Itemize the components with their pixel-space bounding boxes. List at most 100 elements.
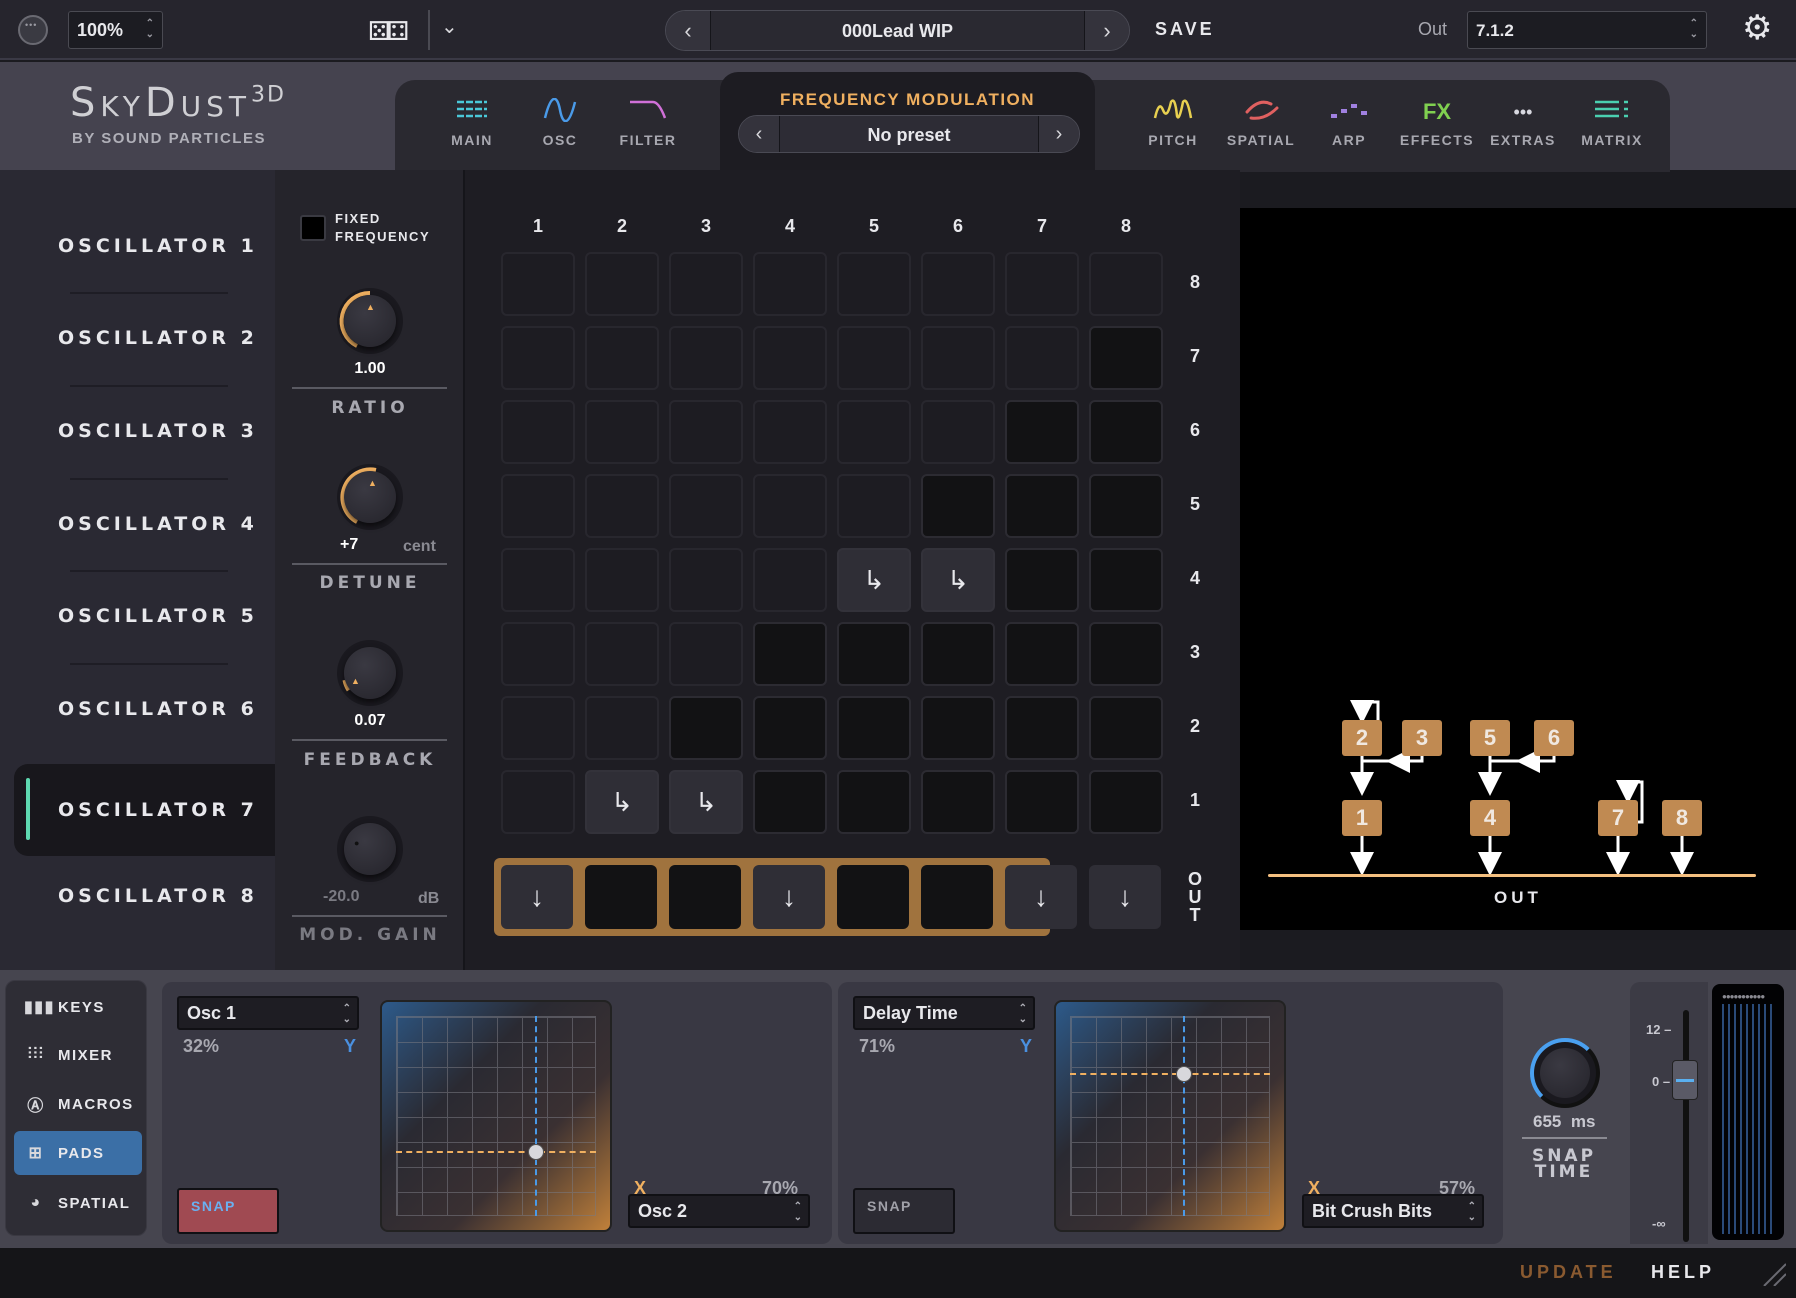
matrix-cell[interactable]	[1005, 474, 1079, 538]
out-cell-3[interactable]	[669, 865, 741, 929]
sidebar-item-oscillator-6[interactable]: OSCILLATOR 6	[0, 663, 275, 755]
help-button[interactable]: HELP	[1651, 1262, 1715, 1283]
matrix-cell[interactable]	[1005, 400, 1079, 464]
matrix-cell[interactable]	[837, 622, 911, 686]
matrix-cell[interactable]	[1005, 770, 1079, 834]
tab-extras[interactable]: ••• EXTRAS	[1480, 98, 1566, 148]
pad2-y-target-select[interactable]: Delay Time ⌃ ⌄	[853, 996, 1035, 1030]
sidebar-item-oscillator-7[interactable]: OSCILLATOR 7	[14, 764, 275, 856]
matrix-cell[interactable]	[921, 622, 995, 686]
matrix-cell	[921, 326, 995, 390]
matrix-cell[interactable]	[1005, 696, 1079, 760]
nav-keys[interactable]: ▮▮▮ KEYS	[14, 985, 142, 1029]
pad1-handle[interactable]	[528, 1144, 544, 1160]
matrix-cell-route[interactable]: ↳	[837, 548, 911, 612]
pad2-snap-button[interactable]: SNAP	[853, 1188, 955, 1234]
randomize-dice-icon[interactable]: ⚄⚃	[368, 16, 409, 47]
dots-icon: •••	[1513, 102, 1533, 122]
next-preset-button[interactable]: ›	[1085, 11, 1129, 50]
prev-fm-preset-button[interactable]: ‹	[739, 116, 779, 152]
matrix-cell-route[interactable]: ↳	[921, 548, 995, 612]
matrix-cell[interactable]	[669, 696, 743, 760]
detune-knob[interactable]: ▲	[337, 464, 403, 530]
fm-preset-name[interactable]: No preset	[779, 116, 1039, 152]
out-cell-7[interactable]: ↓	[1005, 865, 1077, 929]
pad1-y-target-select[interactable]: Osc 1 ⌃ ⌄	[177, 996, 359, 1030]
sidebar-item-oscillator-4[interactable]: OSCILLATOR 4	[0, 478, 275, 570]
nav-mixer[interactable]: ⫶⫶⫶ MIXER	[14, 1033, 142, 1077]
matrix-cell[interactable]	[1089, 622, 1163, 686]
matrix-cell-route[interactable]: ↳	[669, 770, 743, 834]
gear-icon[interactable]: ⚙	[1742, 8, 1772, 48]
matrix-cell[interactable]	[753, 622, 827, 686]
preset-name[interactable]: 000Lead WIP	[710, 11, 1085, 50]
matrix-cell[interactable]	[1089, 474, 1163, 538]
midi-icon[interactable]	[18, 15, 48, 45]
matrix-cell[interactable]	[921, 770, 995, 834]
matrix-cell[interactable]	[837, 770, 911, 834]
tab-arp[interactable]: ARP	[1306, 98, 1392, 148]
sidebar-item-oscillator-1[interactable]: OSCILLATOR 1	[0, 200, 275, 292]
save-button[interactable]: SAVE	[1155, 19, 1215, 40]
tab-osc[interactable]: OSC	[517, 97, 603, 148]
fixed-frequency-checkbox[interactable]	[300, 215, 326, 241]
matrix-cell[interactable]	[921, 474, 995, 538]
matrix-cell[interactable]	[1089, 400, 1163, 464]
matrix-cell[interactable]	[753, 696, 827, 760]
tab-frequency-modulation[interactable]: FREQUENCY MODULATION ‹ No preset ›	[720, 72, 1095, 172]
column-header: 8	[1120, 216, 1131, 236]
tab-pitch[interactable]: PITCH	[1130, 98, 1216, 148]
pad2-x-target-select[interactable]: Bit Crush Bits ⌃ ⌄	[1302, 1194, 1484, 1228]
out-cell-8[interactable]: ↓	[1089, 865, 1161, 929]
prev-preset-button[interactable]: ‹	[666, 11, 710, 50]
sidebar-item-oscillator-5[interactable]: OSCILLATOR 5	[0, 570, 275, 662]
diagram-node-4: 4	[1470, 800, 1510, 836]
spatial-orbit-icon	[1218, 98, 1304, 128]
matrix-cell-route[interactable]: ↳	[585, 770, 659, 834]
volume-slider-thumb[interactable]	[1672, 1060, 1698, 1100]
tab-filter[interactable]: FILTER	[605, 98, 691, 148]
snap-time-knob[interactable]	[1530, 1038, 1600, 1108]
tab-spatial[interactable]: SPATIAL	[1218, 98, 1304, 148]
resize-handle-icon[interactable]	[1762, 1262, 1786, 1286]
out-cell-2[interactable]	[585, 865, 657, 929]
update-button[interactable]: UPDATE	[1520, 1262, 1617, 1283]
feedback-knob[interactable]: ▲	[337, 640, 403, 706]
pad1-snap-button[interactable]: SNAP	[177, 1188, 279, 1234]
nav-macros[interactable]: Ⓐ MACROS	[14, 1082, 142, 1126]
tab-effects[interactable]: FX EFFECTS	[1394, 98, 1480, 148]
sidebar-item-oscillator-8[interactable]: OSCILLATOR 8	[0, 850, 275, 942]
matrix-cell[interactable]	[1089, 548, 1163, 612]
diagram-node-3: 3	[1402, 720, 1442, 756]
output-format-select[interactable]: 7.1.2 ⌃ ⌄	[1467, 11, 1707, 49]
matrix-cell[interactable]	[1089, 326, 1163, 390]
nav-pads[interactable]: ⊞ PADS	[14, 1131, 142, 1175]
out-cell-6[interactable]	[921, 865, 993, 929]
pad1-x-target-select[interactable]: Osc 2 ⌃ ⌄	[628, 1194, 810, 1228]
matrix-cell[interactable]	[921, 696, 995, 760]
tab-main[interactable]: MAIN	[429, 98, 515, 148]
matrix-cell[interactable]	[1005, 622, 1079, 686]
matrix-cell[interactable]	[753, 770, 827, 834]
mod-gain-knob[interactable]: ●	[337, 816, 403, 882]
matrix-cell[interactable]	[837, 696, 911, 760]
xy-pad-1[interactable]	[380, 1000, 612, 1232]
zoom-select[interactable]: 100% ⌃ ⌄	[68, 11, 163, 49]
next-fm-preset-button[interactable]: ›	[1039, 116, 1079, 152]
xy-pad-2[interactable]	[1054, 1000, 1286, 1232]
out-cell-4[interactable]: ↓	[753, 865, 825, 929]
sidebar-item-oscillator-3[interactable]: OSCILLATOR 3	[0, 385, 275, 477]
nav-spatial[interactable]: ◕ SPATIAL	[14, 1181, 142, 1225]
pad2-handle[interactable]	[1176, 1066, 1192, 1082]
bottom-panel: ▮▮▮ KEYS ⫶⫶⫶ MIXER Ⓐ MACROS ⊞ PADS ◕ SPATIAL …	[0, 970, 1796, 1248]
out-cell-5[interactable]	[837, 865, 909, 929]
chevron-down-icon[interactable]: ⌄	[441, 14, 458, 39]
matrix-cell[interactable]	[1089, 770, 1163, 834]
out-cell-1[interactable]: ↓	[501, 865, 573, 929]
matrix-cell[interactable]	[1089, 696, 1163, 760]
matrix-cell[interactable]	[1005, 548, 1079, 612]
sidebar-item-oscillator-2[interactable]: OSCILLATOR 2	[0, 292, 275, 384]
volume-slider-track[interactable]	[1683, 1010, 1689, 1242]
ratio-knob[interactable]: ▲	[337, 288, 403, 354]
tab-matrix[interactable]: MATRIX	[1569, 98, 1655, 148]
